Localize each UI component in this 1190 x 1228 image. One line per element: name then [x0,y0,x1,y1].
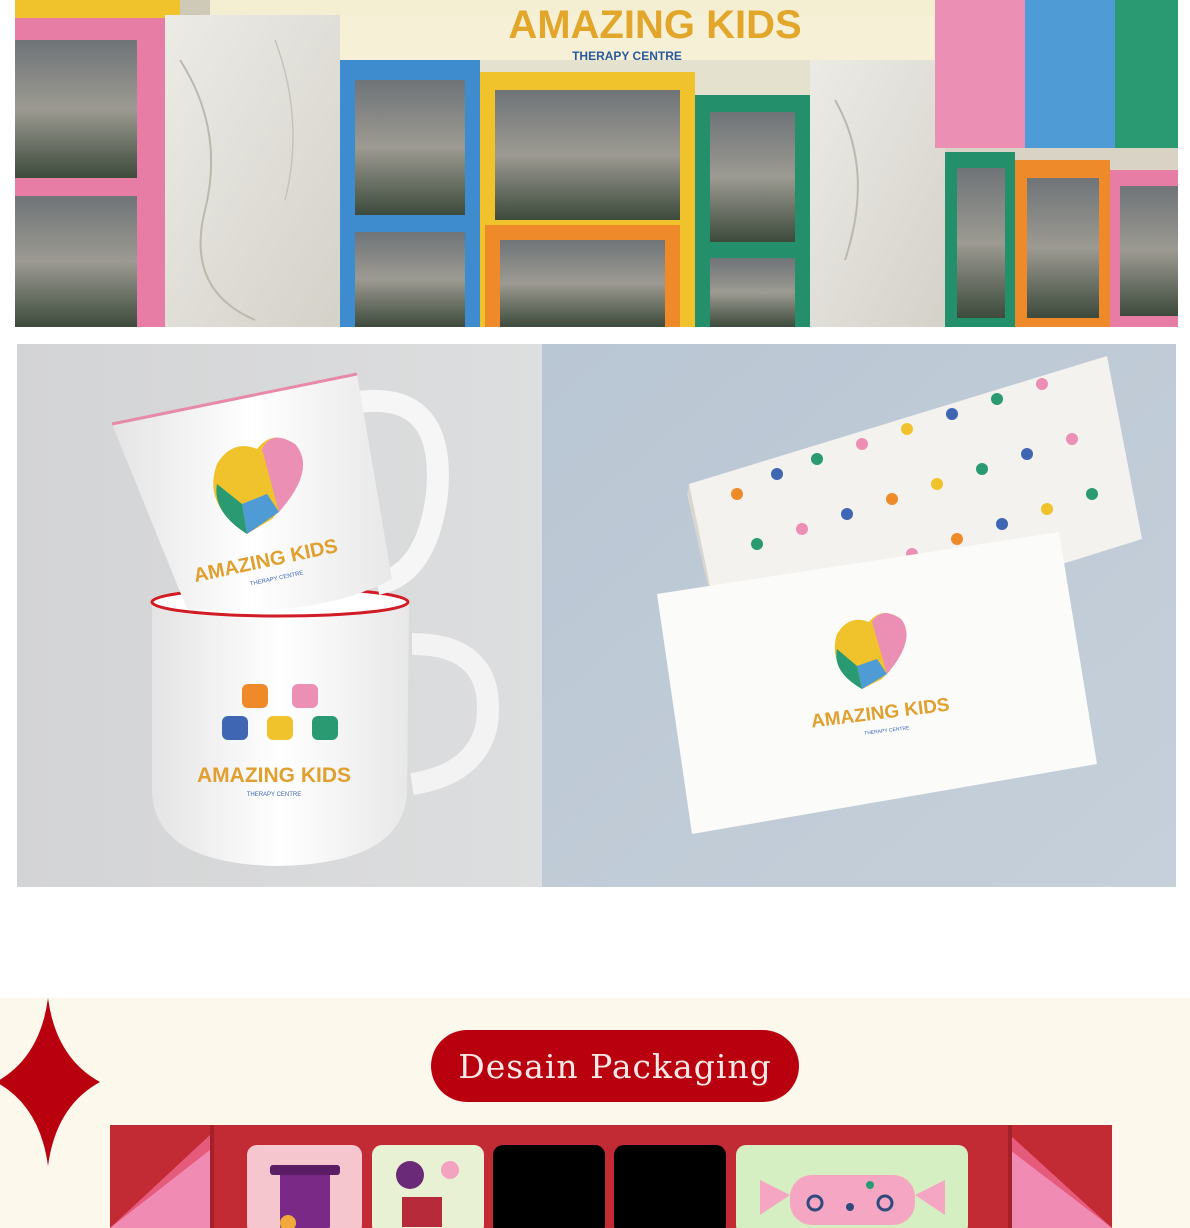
package-card-hat [247,1145,362,1228]
storefront-brand-name: AMAZING KIDS [508,3,801,47]
merchandise-mockup-photo: AMAZING KIDS THERAPY CENTRE AMAZING KIDS… [17,344,1176,887]
package-card-candy [736,1145,968,1228]
section-title-pill: Desain Packaging [431,1030,799,1102]
sparkle-star-icon [0,998,100,1166]
package-card-dark-2 [614,1145,726,1228]
storefront-photo: AMAZING KIDS THERAPY CENTRE [15,0,1178,327]
mug-bottom-subtitle: THERAPY CENTRE [247,792,302,798]
packaging-section: Desain Packaging [0,998,1190,1228]
package-card-flowers [372,1145,484,1228]
storefront-brand-subtitle: THERAPY CENTRE [572,49,682,63]
mug-bottom-brand: AMAZING KIDS [197,764,351,787]
packaging-preview-image [110,1125,1112,1228]
package-card-dark-1 [493,1145,605,1228]
section-title: Desain Packaging [458,1046,772,1086]
